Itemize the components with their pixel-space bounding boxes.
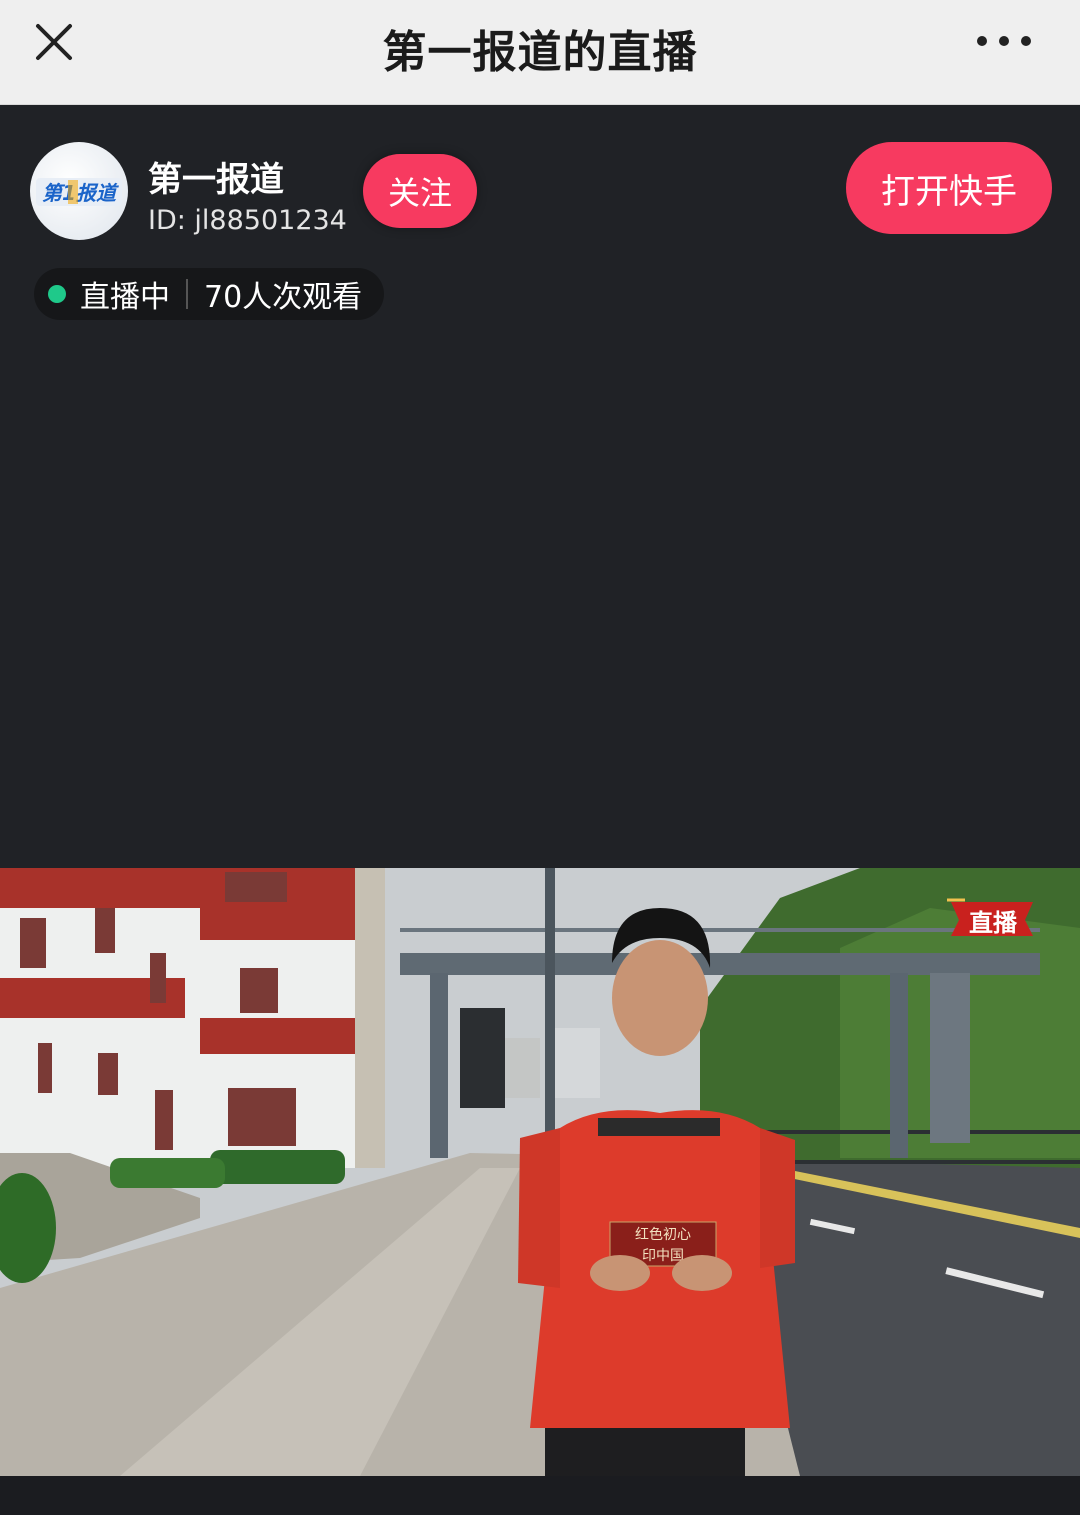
status-divider <box>186 279 188 309</box>
page-title: 第一报道的直播 <box>382 27 698 78</box>
more-icon[interactable] <box>974 30 1034 52</box>
streamer-avatar[interactable]: 第1报道 <box>30 142 128 240</box>
live-badge-label: 直播 <box>969 909 1017 937</box>
follow-button[interactable]: 关注 <box>363 154 477 228</box>
open-kuaishou-button[interactable]: 打开快手 <box>846 142 1052 234</box>
streamer-name: 第一报道 <box>148 160 284 200</box>
live-status-label: 直播中 <box>80 280 170 315</box>
live-indicator-dot <box>48 285 66 303</box>
video-frame-illustration: 红色初心 印中国 <box>0 868 1080 1476</box>
live-status-pill: 直播中 70人次观看 <box>34 268 385 320</box>
bottom-strip <box>0 1476 1080 1515</box>
svg-text:红色初心: 红色初心 <box>635 1226 691 1243</box>
svg-text:第1报道: 第1报道 <box>42 181 119 205</box>
channel-logo: 第1报道 <box>36 178 122 206</box>
svg-text:印中国: 印中国 <box>642 1248 684 1264</box>
streamer-id: ID: jl88501234 <box>148 205 347 236</box>
live-video-player[interactable]: 红色初心 印中国 <box>0 868 1080 1476</box>
top-nav-bar: 第一报道的直播 <box>0 0 1080 105</box>
viewer-count: 70人次观看 <box>204 280 363 315</box>
